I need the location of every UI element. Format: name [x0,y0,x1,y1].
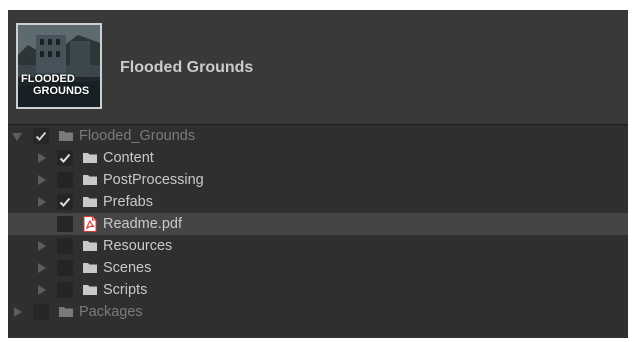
include-checkbox[interactable] [57,216,73,232]
thumbnail-logo-text: FLOODED GROUNDS [21,73,90,97]
expand-arrow-right-icon[interactable] [36,169,48,191]
package-thumbnail: FLOODED GROUNDS [16,23,102,109]
tree-item-label: Packages [79,304,143,320]
include-checkbox[interactable] [33,304,49,320]
folder-icon [58,128,74,144]
include-checkbox[interactable] [57,172,73,188]
tree-item-label: Prefabs [103,194,153,210]
include-checkbox[interactable] [57,150,73,166]
package-header: FLOODED GROUNDS Flooded Grounds [8,10,628,125]
tree-row-readme-pdf[interactable]: Readme.pdf [8,213,628,235]
expand-arrow-down-icon[interactable] [12,125,24,147]
folder-icon [82,260,98,276]
pdf-file-icon [82,216,98,232]
expand-arrow-right-icon[interactable] [36,235,48,257]
import-package-window: FLOODED GROUNDS Flooded Grounds Flooded_… [8,10,628,338]
include-checkbox[interactable] [57,282,73,298]
tree-row-resources[interactable]: Resources [8,235,628,257]
tree-row-scripts[interactable]: Scripts [8,279,628,301]
tree-item-label: Resources [103,238,173,254]
tree-row-prefabs[interactable]: Prefabs [8,191,628,213]
include-checkbox[interactable] [33,128,49,144]
tree-row-scenes[interactable]: Scenes [8,257,628,279]
folder-icon [82,172,98,188]
tree-item-label: Readme.pdf [103,216,182,232]
tree-item-label: Scripts [103,282,148,298]
tree-item-label: Flooded_Grounds [79,128,196,144]
include-checkbox[interactable] [57,194,73,210]
tree-row-flooded-grounds[interactable]: Flooded_Grounds [8,125,628,147]
folder-icon [58,304,74,320]
include-checkbox[interactable] [57,260,73,276]
package-title: Flooded Grounds [120,59,254,76]
tree-item-label: Content [103,150,154,166]
expand-arrow-right-icon[interactable] [36,279,48,301]
folder-icon [82,150,98,166]
folder-icon [82,282,98,298]
expand-arrow-right-icon[interactable] [12,301,24,323]
asset-tree: Flooded_Grounds Content PostProcessing Pref… [8,125,628,323]
tree-item-label: Scenes [103,260,152,276]
folder-icon [82,194,98,210]
tree-row-packages[interactable]: Packages [8,301,628,323]
tree-item-label: PostProcessing [103,172,204,188]
include-checkbox[interactable] [57,238,73,254]
tree-row-content[interactable]: Content [8,147,628,169]
tree-row-postprocessing[interactable]: PostProcessing [8,169,628,191]
expand-arrow-right-icon[interactable] [36,147,48,169]
folder-icon [82,238,98,254]
expand-arrow-right-icon[interactable] [36,257,48,279]
expand-arrow-right-icon[interactable] [36,191,48,213]
